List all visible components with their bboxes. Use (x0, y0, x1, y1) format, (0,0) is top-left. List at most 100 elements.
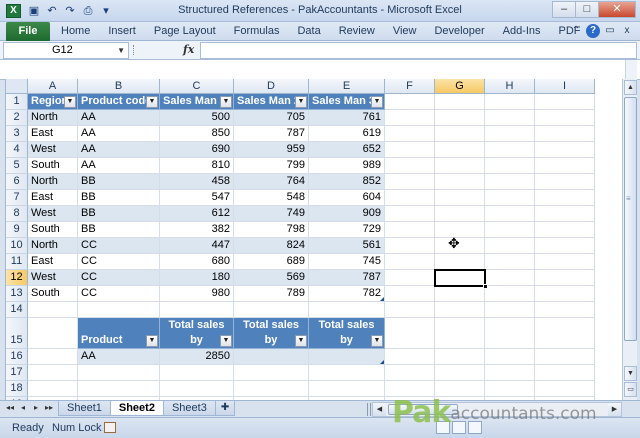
table1-cell[interactable]: West (28, 270, 78, 286)
grid-cell[interactable] (535, 174, 595, 190)
table1-cell[interactable]: 824 (234, 238, 309, 254)
first-sheet-icon[interactable]: ◂◂ (6, 403, 14, 412)
table2-cell[interactable]: 2850 (160, 349, 234, 365)
column-header-f[interactable]: F (385, 79, 435, 94)
table2-cell[interactable] (234, 349, 309, 365)
grid-cell[interactable] (28, 302, 78, 318)
table1-cell[interactable]: BB (78, 206, 160, 222)
table1-cell[interactable]: 458 (160, 174, 234, 190)
table1-cell[interactable]: CC (78, 254, 160, 270)
row-header-14[interactable]: 14 (6, 302, 28, 318)
grid-cell[interactable] (485, 190, 535, 206)
table1-cell[interactable]: North (28, 110, 78, 126)
tab-view[interactable]: View (384, 22, 426, 41)
grid-cell[interactable] (535, 110, 595, 126)
column-header-g[interactable]: G (435, 79, 485, 94)
table1-cell[interactable]: 500 (160, 110, 234, 126)
name-box[interactable]: G12 ▼ (3, 42, 129, 59)
grid-cell[interactable] (385, 302, 435, 318)
table2-header-cell[interactable]: Total sales bysales man 2▼ (234, 318, 309, 349)
tab-home[interactable]: Home (52, 22, 99, 41)
scroll-down-icon[interactable]: ▼ (624, 366, 637, 381)
last-sheet-icon[interactable]: ▸▸ (45, 403, 53, 412)
grid-cell[interactable] (535, 365, 595, 381)
grid-cell[interactable] (385, 270, 435, 286)
filter-dropdown-icon[interactable]: ▼ (295, 335, 307, 347)
table1-cell[interactable]: AA (78, 126, 160, 142)
chevron-down-icon[interactable]: ▼ (117, 43, 125, 58)
close-button[interactable]: ✕ (598, 1, 636, 18)
grid-cell[interactable] (535, 126, 595, 142)
grid-cell[interactable] (485, 286, 535, 302)
grid-cell[interactable] (435, 365, 485, 381)
column-header-c[interactable]: C (160, 79, 234, 94)
formula-bar-scroll[interactable] (625, 60, 637, 79)
table1-cell[interactable]: 604 (309, 190, 385, 206)
table1-cell[interactable]: 569 (234, 270, 309, 286)
grid-cell[interactable] (435, 142, 485, 158)
grid-cell[interactable] (435, 206, 485, 222)
table1-cell[interactable]: South (28, 286, 78, 302)
sheet-tab-sheet3[interactable]: Sheet3 (162, 401, 216, 416)
scroll-left-icon[interactable]: ◀ (373, 403, 386, 416)
grid-cell[interactable] (435, 286, 485, 302)
restore-window-icon[interactable]: ▭ (603, 24, 617, 38)
column-header-a[interactable]: A (28, 79, 78, 94)
table1-cell[interactable]: 980 (160, 286, 234, 302)
grid-cell[interactable] (435, 318, 485, 349)
filter-dropdown-icon[interactable]: ▼ (146, 335, 158, 347)
grid-cell[interactable] (485, 142, 535, 158)
column-header-b[interactable]: B (78, 79, 160, 94)
table1-cell[interactable]: 652 (309, 142, 385, 158)
column-header-e[interactable]: E (309, 79, 385, 94)
grid-cell[interactable] (385, 206, 435, 222)
table1-cell[interactable]: 180 (160, 270, 234, 286)
grid-cell[interactable] (485, 302, 535, 318)
table1-cell[interactable]: BB (78, 190, 160, 206)
grid-cell[interactable] (435, 158, 485, 174)
row-header-1[interactable]: 1 (6, 94, 28, 110)
table1-cell[interactable]: 787 (234, 126, 309, 142)
file-tab[interactable]: File (6, 22, 50, 41)
grid-cell[interactable] (435, 222, 485, 238)
row-header-2[interactable]: 2 (6, 110, 28, 126)
table1-cell[interactable]: West (28, 142, 78, 158)
tab-review[interactable]: Review (330, 22, 384, 41)
sheet-tab-sheet1[interactable]: Sheet1 (58, 401, 111, 416)
grid-cell[interactable] (160, 381, 234, 397)
table1-cell[interactable]: 382 (160, 222, 234, 238)
grid-cell[interactable] (485, 110, 535, 126)
table1-cell[interactable]: 547 (160, 190, 234, 206)
grid-cell[interactable] (385, 365, 435, 381)
grid-cell[interactable] (435, 238, 485, 254)
row-header-16[interactable]: 16 (6, 349, 28, 365)
table-resize-handle[interactable] (380, 297, 384, 301)
grid-cell[interactable] (485, 126, 535, 142)
table1-cell[interactable]: East (28, 126, 78, 142)
fill-handle[interactable] (483, 284, 488, 289)
table1-cell[interactable]: South (28, 158, 78, 174)
row-header-17[interactable]: 17 (6, 365, 28, 381)
table1-cell[interactable]: 852 (309, 174, 385, 190)
table2-header-cell[interactable]: Total sales bysales man 3▼ (309, 318, 385, 349)
grid-cell[interactable] (535, 206, 595, 222)
tab-page-layout[interactable]: Page Layout (145, 22, 225, 41)
row-header-7[interactable]: 7 (6, 190, 28, 206)
grid-cell[interactable] (78, 365, 160, 381)
grid-cell[interactable] (485, 349, 535, 365)
grid-cell[interactable] (309, 381, 385, 397)
next-sheet-icon[interactable]: ▸ (32, 403, 40, 412)
grid-cell[interactable] (435, 94, 485, 110)
table1-header-cell[interactable]: Sales Man 2 ▼ (234, 94, 309, 110)
worksheet-grid[interactable]: ABCDEFGHI12345678910111213141516171819Re… (5, 79, 622, 400)
table1-cell[interactable]: North (28, 174, 78, 190)
macro-record-icon[interactable] (104, 422, 116, 433)
minimize-ribbon-icon[interactable]: ⌃ (569, 24, 583, 38)
grid-cell[interactable] (485, 174, 535, 190)
grid-cell[interactable] (485, 318, 535, 349)
table2-header-cell[interactable]: Product code ▼ (78, 318, 160, 349)
grid-cell[interactable] (485, 222, 535, 238)
table1-cell[interactable]: 680 (160, 254, 234, 270)
table1-cell[interactable]: 798 (234, 222, 309, 238)
table1-cell[interactable]: 989 (309, 158, 385, 174)
